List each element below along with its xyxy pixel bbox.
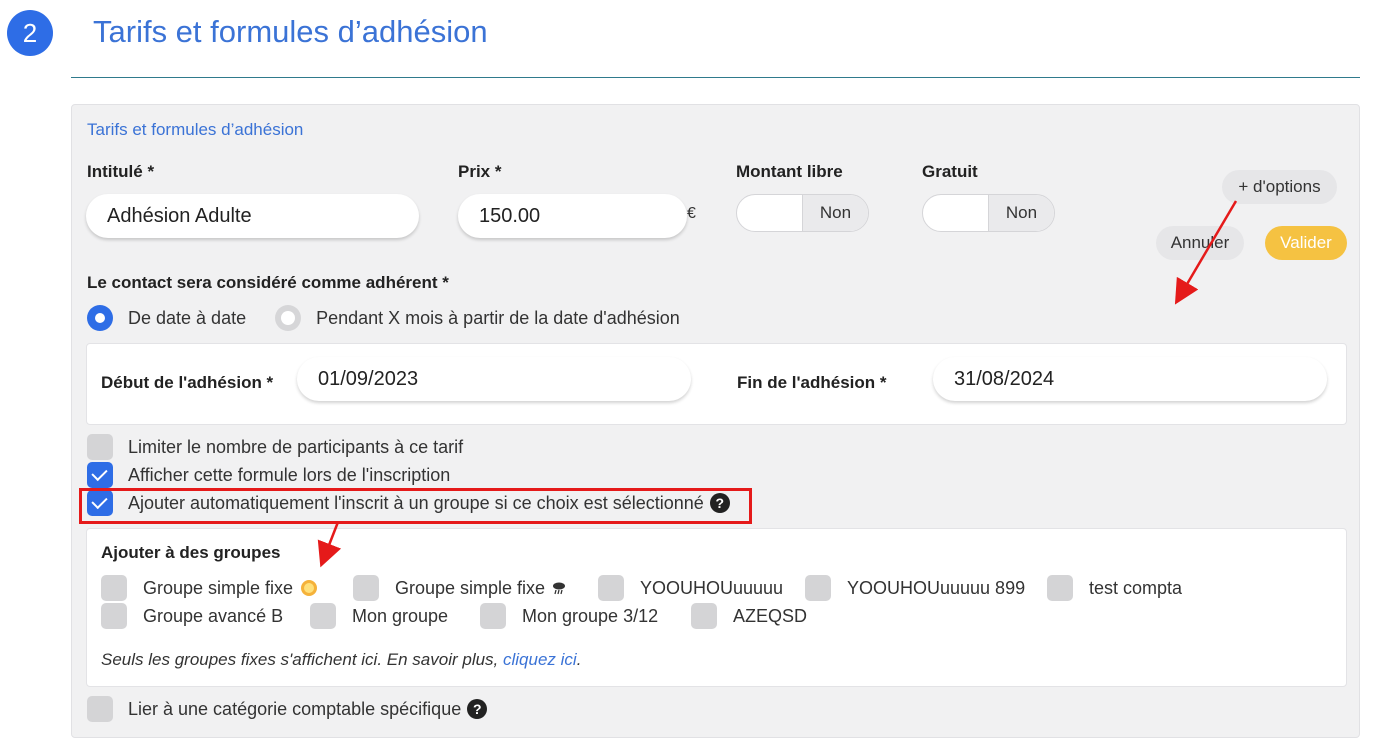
adherent-label: Le contact sera considéré comme adhérent… — [87, 273, 449, 292]
show-formula-checkbox[interactable] — [87, 462, 113, 488]
end-date-label: Fin de l'adhésion * — [737, 373, 887, 392]
group-item[interactable]: Mon groupe 3/12 — [480, 603, 658, 629]
group-checkbox[interactable] — [480, 603, 506, 629]
groups-note-text: Seuls les groupes fixes s'affichent ici.… — [101, 650, 503, 669]
accounting-category-checkbox[interactable] — [87, 696, 113, 722]
highlight-annotation-box — [79, 488, 752, 524]
group-label: Mon groupe 3/12 — [522, 605, 659, 626]
group-label: YOOUHOUuuuuu 899 — [847, 577, 1026, 598]
panel-title: Tarifs et formules d’adhésion — [87, 120, 304, 139]
radio-x-months[interactable] — [275, 305, 302, 331]
gratuit-toggle[interactable]: Non — [922, 194, 1055, 232]
prix-input[interactable] — [458, 194, 687, 238]
dates-box: Début de l'adhésion * Fin de l'adhésion … — [86, 343, 1347, 425]
currency-symbol: € — [687, 205, 696, 222]
group-label: YOOUHOUuuuuu — [640, 577, 784, 598]
show-formula-label: Afficher cette formule lors de l'inscrip… — [128, 464, 451, 485]
group-checkbox[interactable] — [805, 575, 831, 601]
help-icon[interactable]: ? — [467, 699, 488, 719]
start-date-input[interactable] — [297, 357, 691, 401]
limit-participants-row[interactable]: Limiter le nombre de participants à ce t… — [87, 434, 463, 460]
group-checkbox[interactable] — [1047, 575, 1073, 601]
montant-libre-toggle-state: Non — [802, 195, 868, 231]
group-checkbox[interactable] — [691, 603, 717, 629]
group-checkbox[interactable] — [598, 575, 624, 601]
accounting-category-row[interactable]: Lier à une catégorie comptable spécifiqu… — [87, 696, 488, 722]
more-options-button[interactable]: + d'options — [1222, 170, 1337, 204]
group-label: Groupe avancé B — [143, 605, 284, 626]
group-item[interactable]: Groupe avancé B — [101, 603, 283, 629]
gratuit-label: Gratuit — [922, 162, 978, 181]
group-checkbox[interactable] — [101, 603, 127, 629]
validate-button[interactable]: Valider — [1265, 226, 1347, 260]
group-label: Groupe simple fixe — [143, 577, 294, 598]
show-formula-row[interactable]: Afficher cette formule lors de l'inscrip… — [87, 462, 450, 488]
group-item[interactable]: AZEQSD — [691, 603, 807, 629]
group-item[interactable]: test compta — [1047, 575, 1182, 601]
radio-date-to-date[interactable] — [87, 305, 113, 331]
group-item[interactable]: YOOUHOUuuuuu 899 — [805, 575, 1025, 601]
group-checkbox[interactable] — [353, 575, 379, 601]
group-label: Groupe simple fixe — [395, 577, 546, 598]
groups-title: Ajouter à des groupes — [101, 543, 281, 562]
group-label: Mon groupe — [352, 605, 449, 626]
step-badge: 2 — [7, 10, 53, 56]
radio-x-months-label: Pendant X mois à partir de la date d'adh… — [316, 307, 680, 328]
groups-note: Seuls les groupes fixes s'affichent ici.… — [101, 650, 581, 670]
adherent-radio-group: De date à date Pendant X mois à partir d… — [87, 305, 680, 331]
page-title: Tarifs et formules d’adhésion — [93, 14, 488, 49]
montant-libre-toggle[interactable]: Non — [736, 194, 869, 232]
group-label: test compta — [1089, 577, 1183, 598]
cancel-button[interactable]: Annuler — [1156, 226, 1244, 260]
group-checkbox[interactable] — [101, 575, 127, 601]
title-divider — [71, 77, 1360, 78]
gratuit-toggle-state: Non — [988, 195, 1054, 231]
groups-note-end: . — [576, 650, 582, 669]
group-label: AZEQSD — [733, 605, 808, 626]
learn-more-link[interactable]: cliquez ici — [503, 650, 577, 669]
limit-participants-label: Limiter le nombre de participants à ce t… — [128, 436, 464, 457]
group-item[interactable]: Groupe simple fixe — [101, 575, 318, 601]
limit-participants-checkbox[interactable] — [87, 434, 113, 460]
intitule-input[interactable] — [86, 194, 419, 238]
end-date-input[interactable] — [933, 357, 1327, 401]
rain-cloud-icon — [553, 582, 566, 595]
intitule-label: Intitulé * — [87, 162, 155, 181]
group-item[interactable]: Mon groupe — [310, 603, 448, 629]
group-item[interactable]: YOOUHOUuuuuu — [598, 575, 783, 601]
prix-label: Prix * — [458, 162, 502, 181]
groups-box: Ajouter à des groupes Groupe simple fixe… — [86, 528, 1347, 687]
group-item[interactable]: Groupe simple fixe — [353, 575, 567, 601]
radio-date-to-date-label: De date à date — [128, 307, 247, 328]
accounting-category-label: Lier à une catégorie comptable spécifiqu… — [128, 698, 462, 719]
start-date-label: Début de l'adhésion * — [101, 373, 274, 392]
tariff-panel: Tarifs et formules d’adhésion Intitulé *… — [71, 104, 1360, 738]
sun-icon — [301, 580, 318, 596]
group-checkbox[interactable] — [310, 603, 336, 629]
montant-libre-label: Montant libre — [736, 162, 843, 181]
